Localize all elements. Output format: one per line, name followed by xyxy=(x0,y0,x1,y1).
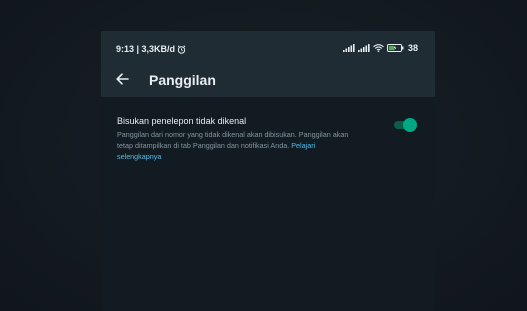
page-title: Panggilan xyxy=(149,72,216,88)
phone-screen: 9:13 | 3,3KB/d 38 Panggilan Bisukan pene… xyxy=(101,31,435,311)
setting-title: Bisukan penelepon tidak dikenal xyxy=(117,116,247,126)
silence-unknown-toggle[interactable] xyxy=(393,118,417,132)
status-right: 38 xyxy=(342,43,418,53)
status-left: 9:13 | 3,3KB/d xyxy=(116,44,186,54)
setting-description: Panggilan dari nomor yang tidak dikenal … xyxy=(117,129,353,162)
status-time-speed: 9:13 | 3,3KB/d xyxy=(116,44,176,54)
silence-unknown-callers-setting[interactable]: Bisukan penelepon tidak dikenal Panggila… xyxy=(101,109,435,169)
alarm-icon xyxy=(177,44,186,54)
signal-icon xyxy=(357,44,370,52)
arrow-left-icon xyxy=(115,72,129,90)
app-bar: Panggilan xyxy=(101,67,435,97)
battery-icon xyxy=(386,44,404,52)
back-button[interactable] xyxy=(111,70,133,92)
battery-level: 38 xyxy=(407,43,418,53)
wifi-icon xyxy=(373,44,384,52)
status-bar: 9:13 | 3,3KB/d 38 xyxy=(101,31,435,67)
toggle-thumb xyxy=(403,118,417,132)
signal-icon xyxy=(342,44,355,52)
